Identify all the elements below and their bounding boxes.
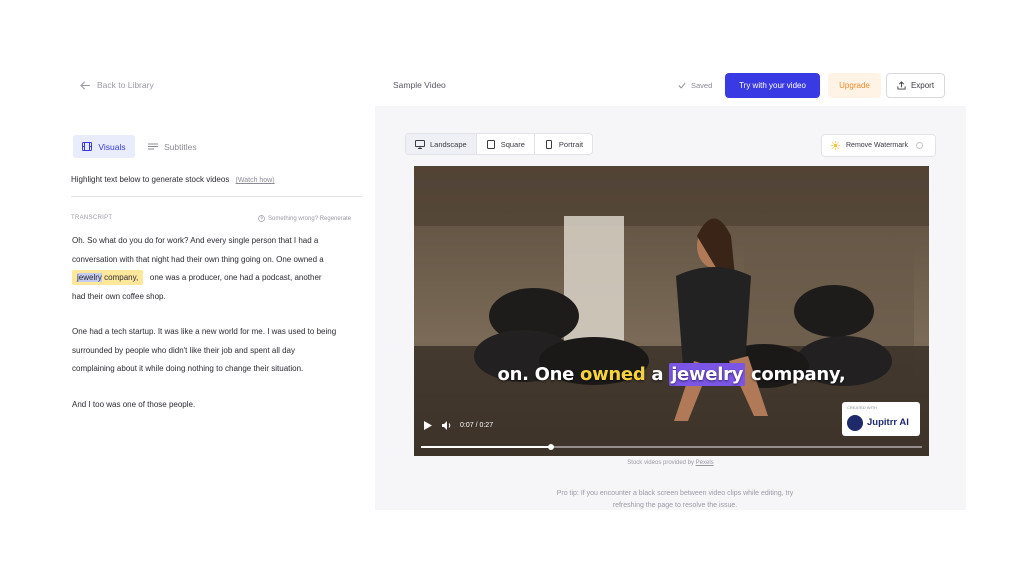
export-label: Export <box>910 81 935 90</box>
caption-highlight-word: owned <box>580 364 646 385</box>
time-display: 0:07 / 0:27 <box>460 422 494 429</box>
transcript-text: one was a producer, one had a podcast, a… <box>149 273 322 282</box>
transcript-line: One had a tech startup. It was like a ne… <box>72 327 337 336</box>
divider <box>71 196 362 197</box>
transcript-line: And I too was one of those people. <box>72 400 196 409</box>
instruction-label: Highlight text below to generate stock v… <box>71 175 230 184</box>
remove-watermark-label: Remove Watermark <box>846 142 908 149</box>
saved-status: Saved <box>678 81 712 90</box>
stock-credit: Stock videos provided by Pexels <box>375 460 966 466</box>
credit-prefix: Stock videos provided by <box>627 460 696 466</box>
top-bar: Back to Library Sample Video Saved Try w… <box>58 68 966 106</box>
caption-after: company, <box>745 364 846 385</box>
transcript-line: had their own coffee shop. <box>72 291 166 301</box>
sparkle-icon <box>831 141 840 150</box>
arrow-left-icon <box>80 81 90 89</box>
upgrade-button[interactable]: Upgrade <box>828 73 881 98</box>
orientation-switcher: Landscape Square Portrait <box>405 133 594 155</box>
caption-active-word: jewelry <box>669 363 746 386</box>
preview-panel: Landscape Square Portrait Remove Waterma… <box>375 106 966 510</box>
saved-label: Saved <box>691 81 713 90</box>
pro-tip: Pro tip: If you encounter a black screen… <box>556 490 794 509</box>
subtitle-caption: on. One owned a jewelry company, <box>414 363 929 386</box>
film-icon <box>82 142 93 151</box>
transcript-paragraph-3[interactable]: And I too was one of those people. <box>72 396 368 415</box>
orientation-landscape[interactable]: Landscape <box>406 134 477 154</box>
watch-how-link[interactable]: (Watch how) <box>236 177 275 184</box>
regenerate-link[interactable]: Something wrong? Regenerate <box>258 215 351 222</box>
orientation-portrait[interactable]: Portrait <box>535 134 592 154</box>
transcript-paragraph-1[interactable]: Oh. So what do you do for work? And ever… <box>72 232 368 306</box>
transcript-label: TRANSCRIPT <box>71 215 113 221</box>
transcript-line: surrounded by people who didn't like the… <box>72 345 296 355</box>
selected-word: jewelry <box>77 273 102 282</box>
regenerate-label: Something wrong? Regenerate <box>268 215 352 222</box>
pexels-link[interactable]: Pexels <box>696 460 714 466</box>
portrait-label: Portrait <box>558 139 584 149</box>
back-to-library-link[interactable]: Back to Library <box>80 80 154 90</box>
transcript-panel: Visuals Subtitles Highlight text below t… <box>58 108 375 510</box>
tab-subtitles[interactable]: Subtitles <box>148 135 210 158</box>
transcript-paragraph-2[interactable]: One had a tech startup. It was like a ne… <box>72 323 368 379</box>
brand-name: Jupitrr AI <box>867 417 909 428</box>
created-with-label: CREATED WITH <box>847 405 878 410</box>
back-label: Back to Library <box>97 80 154 90</box>
square-label: Square <box>500 139 525 149</box>
instruction-text: Highlight text below to generate stock v… <box>71 175 275 184</box>
caption-middle: a <box>645 364 670 385</box>
help-circle-icon <box>258 215 265 222</box>
jupitrr-logo-icon <box>847 415 863 431</box>
export-button[interactable]: Export <box>886 73 945 98</box>
transcript-line: conversation with that night had their o… <box>72 254 324 264</box>
try-with-your-video-button[interactable]: Try with your video <box>725 73 820 98</box>
caption-before: on. One <box>497 364 580 385</box>
tab-visuals[interactable]: Visuals <box>73 135 135 158</box>
video-title: Sample Video <box>393 80 446 90</box>
transcript-line: complaining about it while doing nothing… <box>72 364 304 373</box>
player-controls: 0:07 / 0:27 <box>422 420 493 431</box>
highlighted-phrase[interactable]: jewelry company, <box>72 270 144 285</box>
video-player[interactable]: on. One owned a jewelry company, CREATED… <box>414 166 929 456</box>
orientation-square[interactable]: Square <box>477 134 535 154</box>
progress-fill <box>421 446 552 448</box>
transcript-line: jewelry company, one was a producer, one… <box>72 269 368 288</box>
check-icon <box>678 82 686 89</box>
highlight-rest: company, <box>101 273 139 282</box>
phone-icon <box>545 139 552 149</box>
volume-icon[interactable] <box>441 420 452 431</box>
play-icon[interactable] <box>422 420 433 431</box>
monitor-icon <box>415 139 425 149</box>
toggle-indicator <box>915 142 923 149</box>
transcript-line: Oh. So what do you do for work? And ever… <box>72 236 319 245</box>
remove-watermark-toggle[interactable]: Remove Watermark <box>821 134 936 157</box>
tab-visuals-label: Visuals <box>98 141 126 152</box>
tab-subtitles-label: Subtitles <box>164 141 197 152</box>
watermark-badge: CREATED WITH Jupitrr AI <box>842 402 920 436</box>
landscape-label: Landscape <box>430 139 467 149</box>
square-icon <box>486 139 495 149</box>
lines-icon <box>148 143 158 150</box>
export-icon <box>897 81 906 90</box>
progress-bar[interactable] <box>421 444 922 450</box>
